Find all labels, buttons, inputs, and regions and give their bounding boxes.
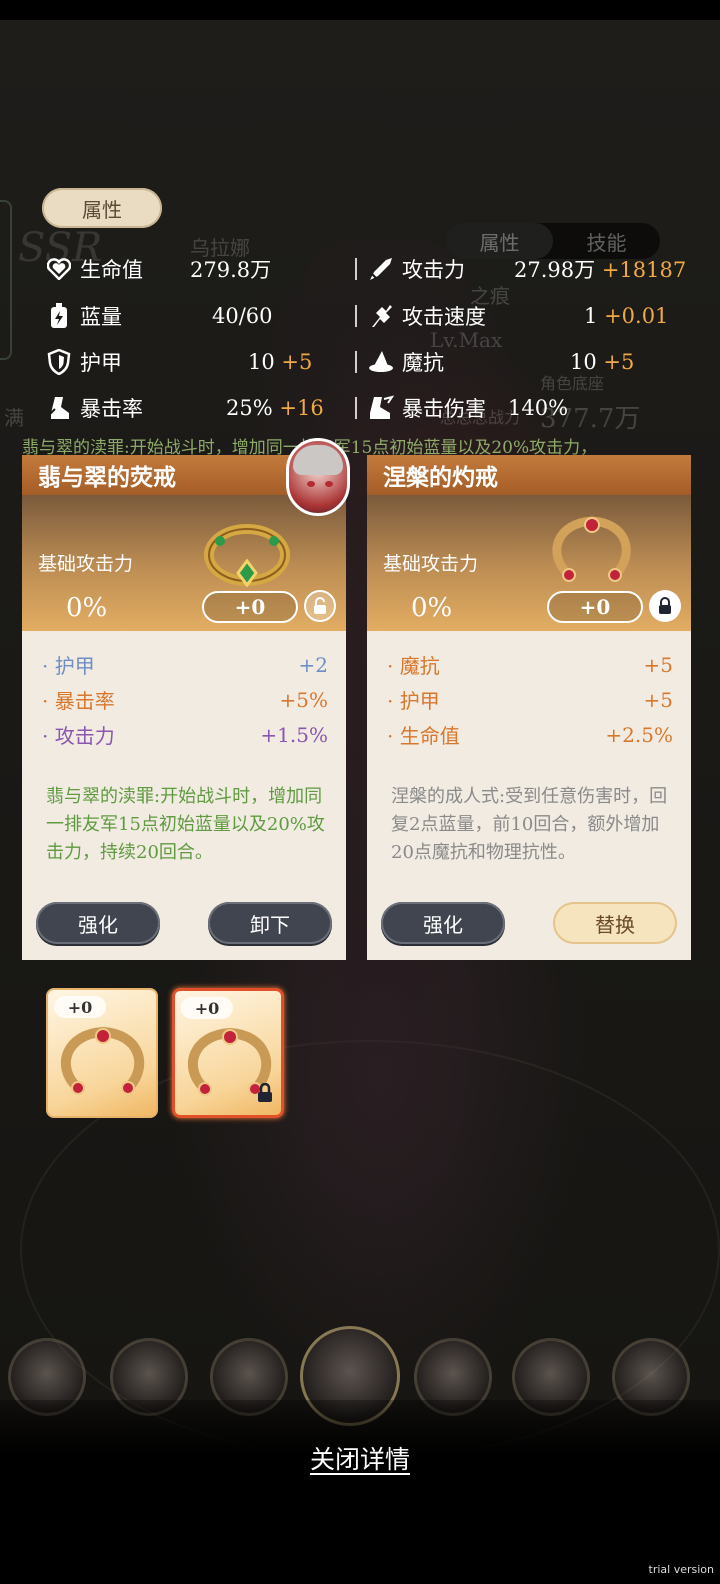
stat-value: 10 [248,350,275,374]
sub-stat-value: +1.5% [260,722,328,747]
stat-name: 魔抗 [402,351,444,375]
side-panel-edge [0,200,12,360]
inventory-ring-slot-selected[interactable]: +0 [172,988,284,1118]
stat-crit-damage: 暴击伤害 140% [368,388,568,428]
sub-stat-row: 生命值 +2.5% [387,717,673,752]
compare-ring-card: 涅槃的灼戒 基础攻击力 0% +0 魔抗 +5 护甲 +5 生命值 +2.5% 涅槃的… [367,455,691,960]
stat-name: 暴击伤害 [402,397,486,421]
emerald-ring-image [204,524,290,588]
sub-stat-value: +2.5% [605,722,673,747]
unlock-icon[interactable] [304,590,336,622]
stat-value: 25% [226,396,273,420]
ruby-ring-image [61,1026,145,1095]
trial-watermark: trial version [648,1563,714,1576]
sub-stat-name: 护甲 [387,685,440,714]
stat-name: 护甲 [80,351,122,375]
bottom-overlay [0,1400,720,1584]
card-main-stat: 基础攻击力 0% +0 [367,495,691,631]
stat-divider [355,305,357,327]
sub-stats-list: 魔抗 +5 护甲 +5 生命值 +2.5% [387,647,673,752]
ring-effect-description: 翡与翠的渎罪:开始战斗时，增加同一排友军15点初始蓝量以及20%攻击力，持续20… [46,786,325,863]
inventory-level-badge: +0 [181,997,233,1019]
enhance-button[interactable]: 强化 [36,902,160,944]
inventory-ring-slot[interactable]: +0 [46,988,158,1118]
stat-bonus: +0.01 [604,304,669,328]
sub-stat-name: 生命值 [387,720,460,749]
status-bar [0,0,720,20]
stat-name: 蓝量 [80,305,122,329]
enhance-level-pill: +0 [202,591,298,623]
enhance-level-pill: +0 [547,591,643,623]
stat-bonus: +18187 [601,258,687,282]
stat-value: 1 [584,304,598,328]
sub-stat-name: 护甲 [42,650,95,679]
stat-mana: 蓝量 40/60 [46,296,273,336]
base-stat-label: 基础攻击力 [38,553,134,575]
stat-name: 暴击率 [80,397,143,421]
stat-crit-rate: 暴击率 25% +16 [46,388,324,428]
stat-divider [355,258,357,280]
stat-hp: 生命值 279.8万 [46,249,271,289]
heart-icon [46,256,72,282]
stat-attack: 攻击力 27.98万 +18187 [368,249,686,289]
stat-armor: 护甲 10 +5 [46,342,312,382]
lock-icon[interactable] [649,590,681,622]
unequip-button[interactable]: 卸下 [208,902,332,944]
close-details-button[interactable]: 关闭详情 [0,1440,720,1476]
stat-value: 40/60 [212,304,273,328]
stat-divider [355,351,357,373]
attribute-tab-label: 属性 [42,188,162,228]
sub-stat-row: 魔抗 +5 [387,647,673,682]
card-title: 涅槃的灼戒 [367,455,691,495]
stat-value: 279.8万 [190,258,272,282]
stat-value: 27.98万 [514,258,596,282]
base-stat-label: 基础攻击力 [383,553,479,575]
enhance-button[interactable]: 强化 [381,902,505,944]
stat-value: 10 [570,350,597,374]
attack-speed-icon [368,303,394,329]
crit-boot-icon [46,395,72,421]
character-avatar [286,438,350,516]
shield-icon [46,349,72,375]
sub-stat-name: 魔抗 [387,650,440,679]
sub-stat-row: 攻击力 +1.5% [42,717,328,752]
sub-stat-name: 暴击率 [42,685,115,714]
bg-side-name: 满 [4,406,24,430]
inventory-level-badge: +0 [54,996,106,1018]
stat-name: 生命值 [80,258,143,282]
lock-icon [257,1082,273,1107]
wizard-hat-icon [368,349,394,375]
sword-icon [368,256,394,282]
card-main-stat: 基础攻击力 0% +0 [22,495,346,631]
base-stat-value: 0% [66,593,108,623]
sub-stats-list: 护甲 +2 暴击率 +5% 攻击力 +1.5% [42,647,328,752]
sub-stat-value: +5% [279,687,329,712]
crit-damage-icon [368,395,394,421]
stat-value: 140% [508,396,569,420]
sub-stat-row: 护甲 +2 [42,647,328,682]
ring-effect-description: 涅槃的成人式:受到任意伤害时，回复2点蓝量，前10回合，额外增加20点魔抗和物理… [391,786,668,863]
stat-name: 攻击速度 [402,305,486,329]
sub-stat-value: +2 [298,652,328,677]
mana-bottle-icon [46,303,72,329]
ruby-ring-image [552,516,631,582]
stat-bonus: +5 [281,350,313,374]
stat-divider [355,397,357,419]
equipped-ring-card: 翡与翠的荧戒 基础攻击力 0% +0 护甲+2 暴击率+5% 攻击力+1.5% … [22,455,346,960]
stat-attack-speed: 攻击速度 1 +0.01 [368,296,668,336]
stat-bonus: +16 [279,396,324,420]
sub-stat-value: +5 [643,652,673,677]
stat-name: 攻击力 [402,258,465,282]
replace-button[interactable]: 替换 [553,902,677,944]
stat-magic-resist: 魔抗 10 +5 [368,342,634,382]
sub-stat-name: 攻击力 [42,720,115,749]
stat-bonus: +5 [603,350,635,374]
sub-stat-value: +5 [643,687,673,712]
sub-stat-row: 暴击率 +5% [42,682,328,717]
base-stat-value: 0% [411,593,453,623]
sub-stat-row: 护甲 +5 [387,682,673,717]
